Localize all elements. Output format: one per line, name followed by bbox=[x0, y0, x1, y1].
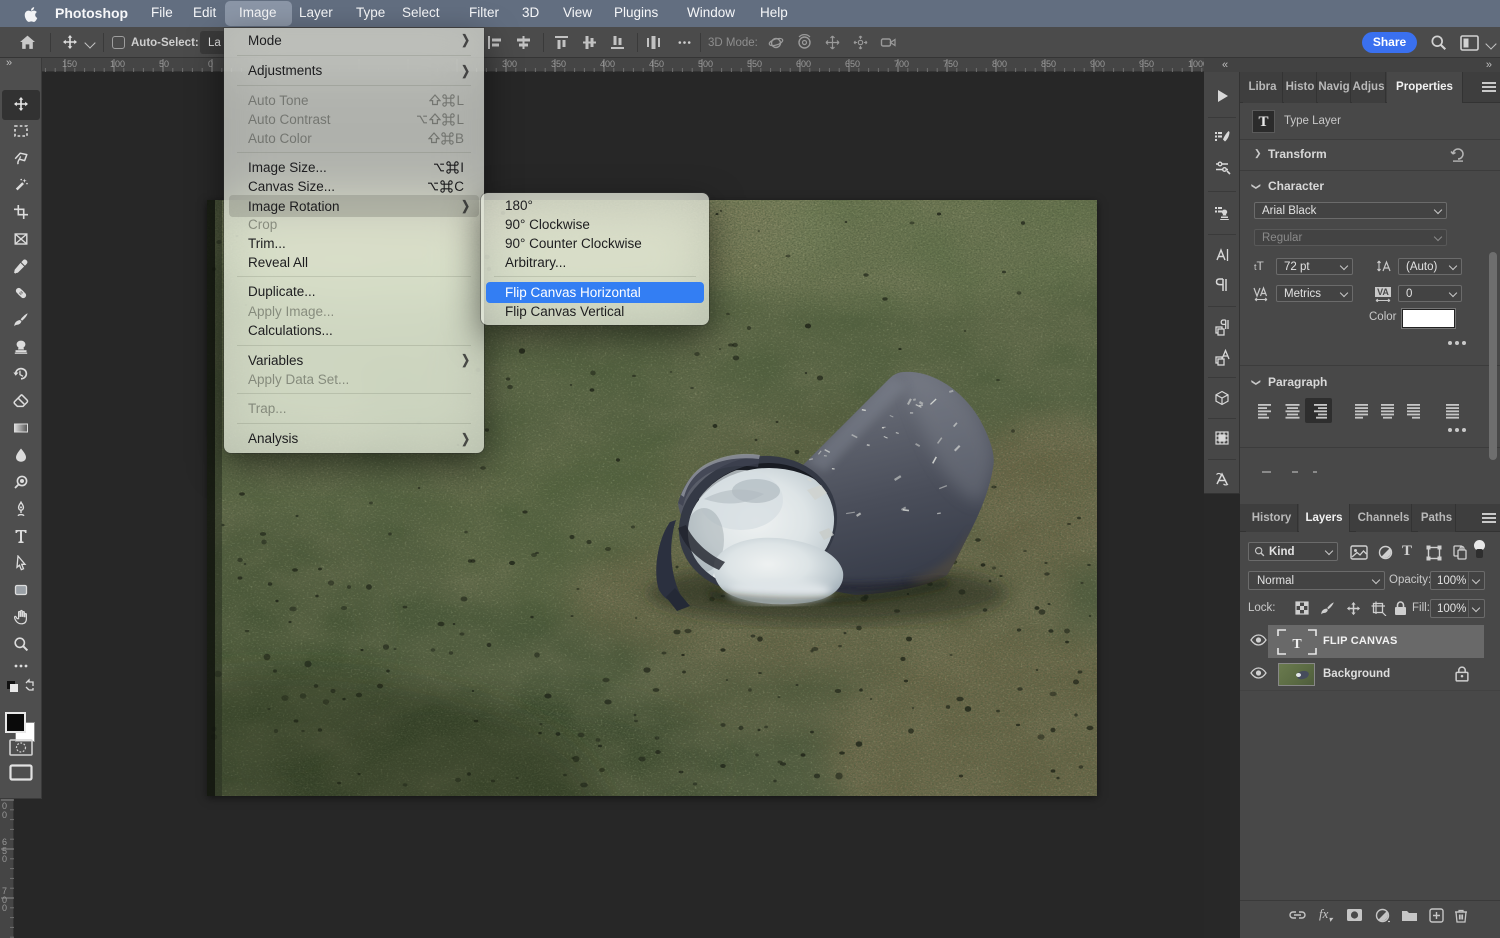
svg-text:VA: VA bbox=[1377, 287, 1389, 297]
svg-text:T: T bbox=[1292, 637, 1302, 652]
